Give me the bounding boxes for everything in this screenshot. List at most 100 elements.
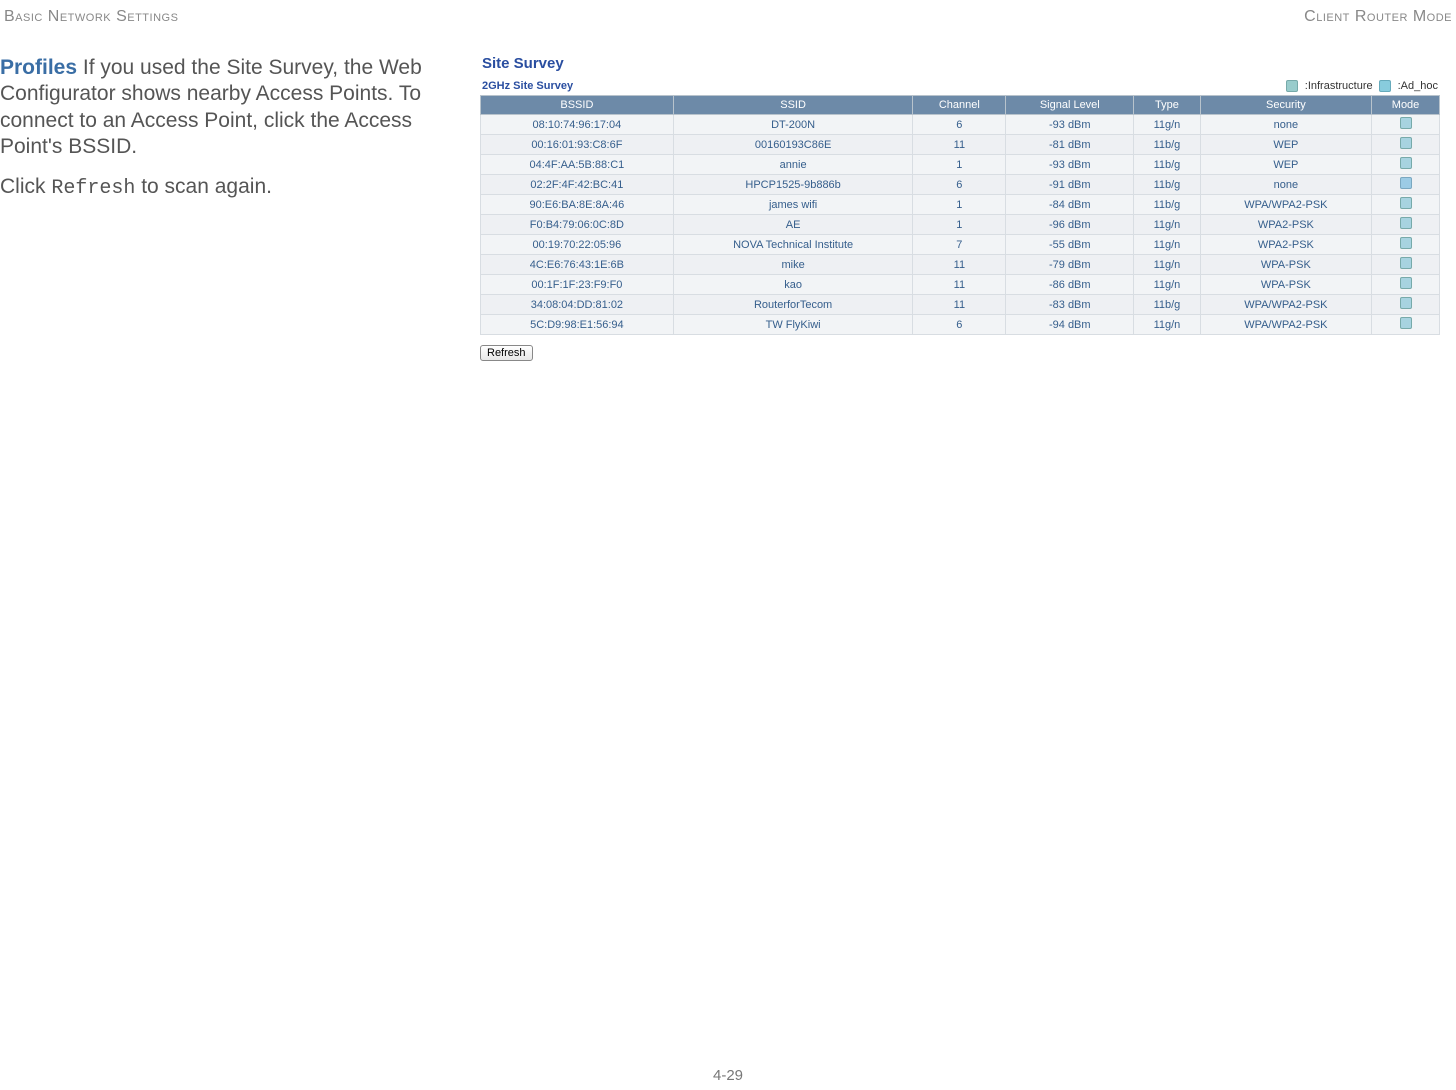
type-cell: 11g/n <box>1134 235 1200 255</box>
mode-cell <box>1372 155 1440 175</box>
legend-row: 2GHz Site Survey :Infrastructure :Ad_hoc <box>480 80 1440 92</box>
infrastructure-icon <box>1400 277 1412 289</box>
table-row: 00:19:70:22:05:96NOVA Technical Institut… <box>481 235 1440 255</box>
ssid-cell: RouterforTecom <box>673 295 913 315</box>
type-cell: 11b/g <box>1134 135 1200 155</box>
bssid-link[interactable]: 00:1F:1F:23:F9:F0 <box>481 275 674 295</box>
bssid-link[interactable]: F0:B4:79:06:0C:8D <box>481 215 674 235</box>
infrastructure-icon <box>1400 257 1412 269</box>
security-cell: WPA-PSK <box>1200 255 1371 275</box>
mode-cell <box>1372 255 1440 275</box>
panel-subtitle: 2GHz Site Survey <box>482 80 573 92</box>
signal-cell: -79 dBm <box>1006 255 1134 275</box>
channel-cell: 11 <box>913 275 1006 295</box>
legend-adhoc-text: :Ad_hoc <box>1398 80 1438 92</box>
adhoc-icon <box>1400 177 1412 189</box>
table-header-row: BSSID SSID Channel Signal Level Type Sec… <box>481 96 1440 115</box>
mode-cell <box>1372 315 1440 335</box>
signal-cell: -91 dBm <box>1006 175 1134 195</box>
infrastructure-icon <box>1400 157 1412 169</box>
type-cell: 11b/g <box>1134 295 1200 315</box>
signal-cell: -55 dBm <box>1006 235 1134 255</box>
bssid-link[interactable]: 5C:D9:98:E1:56:94 <box>481 315 674 335</box>
ssid-cell: HPCP1525-9b886b <box>673 175 913 195</box>
ssid-cell: kao <box>673 275 913 295</box>
ssid-cell: AE <box>673 215 913 235</box>
bssid-link[interactable]: 34:08:04:DD:81:02 <box>481 295 674 315</box>
signal-cell: -96 dBm <box>1006 215 1134 235</box>
refresh-prefix: Click <box>0 175 51 198</box>
col-bssid: BSSID <box>481 96 674 115</box>
infrastructure-icon <box>1400 297 1412 309</box>
legend-icons: :Infrastructure :Ad_hoc <box>1286 80 1438 92</box>
header-right: Client Router Mode <box>1304 8 1452 26</box>
signal-cell: -93 dBm <box>1006 155 1134 175</box>
table-row: 08:10:74:96:17:04DT-200N6-93 dBm11g/nnon… <box>481 115 1440 135</box>
table-row: 04:4F:AA:5B:88:C1annie1-93 dBm11b/gWEP <box>481 155 1440 175</box>
security-cell: WEP <box>1200 135 1371 155</box>
mode-cell <box>1372 215 1440 235</box>
security-cell: none <box>1200 175 1371 195</box>
mode-cell <box>1372 195 1440 215</box>
type-cell: 11g/n <box>1134 255 1200 275</box>
bssid-link[interactable]: 00:19:70:22:05:96 <box>481 235 674 255</box>
adhoc-icon <box>1379 80 1391 92</box>
security-cell: WPA2-PSK <box>1200 215 1371 235</box>
ssid-cell: NOVA Technical Institute <box>673 235 913 255</box>
infrastructure-icon <box>1400 197 1412 209</box>
col-type: Type <box>1134 96 1200 115</box>
type-cell: 11b/g <box>1134 155 1200 175</box>
infrastructure-icon <box>1400 237 1412 249</box>
channel-cell: 6 <box>913 315 1006 335</box>
channel-cell: 11 <box>913 135 1006 155</box>
signal-cell: -86 dBm <box>1006 275 1134 295</box>
infrastructure-icon <box>1286 80 1298 92</box>
channel-cell: 1 <box>913 195 1006 215</box>
panel-title: Site Survey <box>480 55 1440 72</box>
security-cell: WPA2-PSK <box>1200 235 1371 255</box>
left-column: Profiles If you used the Site Survey, th… <box>0 55 460 361</box>
ssid-cell: james wifi <box>673 195 913 215</box>
col-mode: Mode <box>1372 96 1440 115</box>
signal-cell: -84 dBm <box>1006 195 1134 215</box>
mode-cell <box>1372 295 1440 315</box>
col-ssid: SSID <box>673 96 913 115</box>
refresh-suffix: to scan again. <box>135 175 272 198</box>
bssid-link[interactable]: 90:E6:BA:8E:8A:46 <box>481 195 674 215</box>
ssid-cell: 00160193C86E <box>673 135 913 155</box>
mode-cell <box>1372 175 1440 195</box>
profiles-label: Profiles <box>0 56 77 79</box>
col-signal: Signal Level <box>1006 96 1134 115</box>
bssid-link[interactable]: 08:10:74:96:17:04 <box>481 115 674 135</box>
bssid-link[interactable]: 02:2F:4F:42:BC:41 <box>481 175 674 195</box>
type-cell: 11g/n <box>1134 315 1200 335</box>
infrastructure-icon <box>1400 117 1412 129</box>
type-cell: 11g/n <box>1134 115 1200 135</box>
refresh-paragraph: Click Refresh to scan again. <box>0 174 460 201</box>
ssid-cell: mike <box>673 255 913 275</box>
security-cell: none <box>1200 115 1371 135</box>
channel-cell: 6 <box>913 115 1006 135</box>
bssid-link[interactable]: 04:4F:AA:5B:88:C1 <box>481 155 674 175</box>
channel-cell: 6 <box>913 175 1006 195</box>
security-cell: WPA/WPA2-PSK <box>1200 195 1371 215</box>
security-cell: WEP <box>1200 155 1371 175</box>
infrastructure-icon <box>1400 137 1412 149</box>
ssid-cell: TW FlyKiwi <box>673 315 913 335</box>
signal-cell: -81 dBm <box>1006 135 1134 155</box>
bssid-link[interactable]: 4C:E6:76:43:1E:6B <box>481 255 674 275</box>
table-row: 90:E6:BA:8E:8A:46james wifi1-84 dBm11b/g… <box>481 195 1440 215</box>
infrastructure-icon <box>1400 317 1412 329</box>
type-cell: 11b/g <box>1134 175 1200 195</box>
bssid-link[interactable]: 00:16:01:93:C8:6F <box>481 135 674 155</box>
refresh-button[interactable]: Refresh <box>480 345 533 361</box>
table-row: 02:2F:4F:42:BC:41HPCP1525-9b886b6-91 dBm… <box>481 175 1440 195</box>
security-cell: WPA/WPA2-PSK <box>1200 315 1371 335</box>
mode-cell <box>1372 135 1440 155</box>
header-left: Basic Network Settings <box>4 8 178 26</box>
mode-cell <box>1372 235 1440 255</box>
table-row: 5C:D9:98:E1:56:94TW FlyKiwi6-94 dBm11g/n… <box>481 315 1440 335</box>
mode-cell <box>1372 115 1440 135</box>
refresh-word: Refresh <box>51 177 135 200</box>
signal-cell: -94 dBm <box>1006 315 1134 335</box>
